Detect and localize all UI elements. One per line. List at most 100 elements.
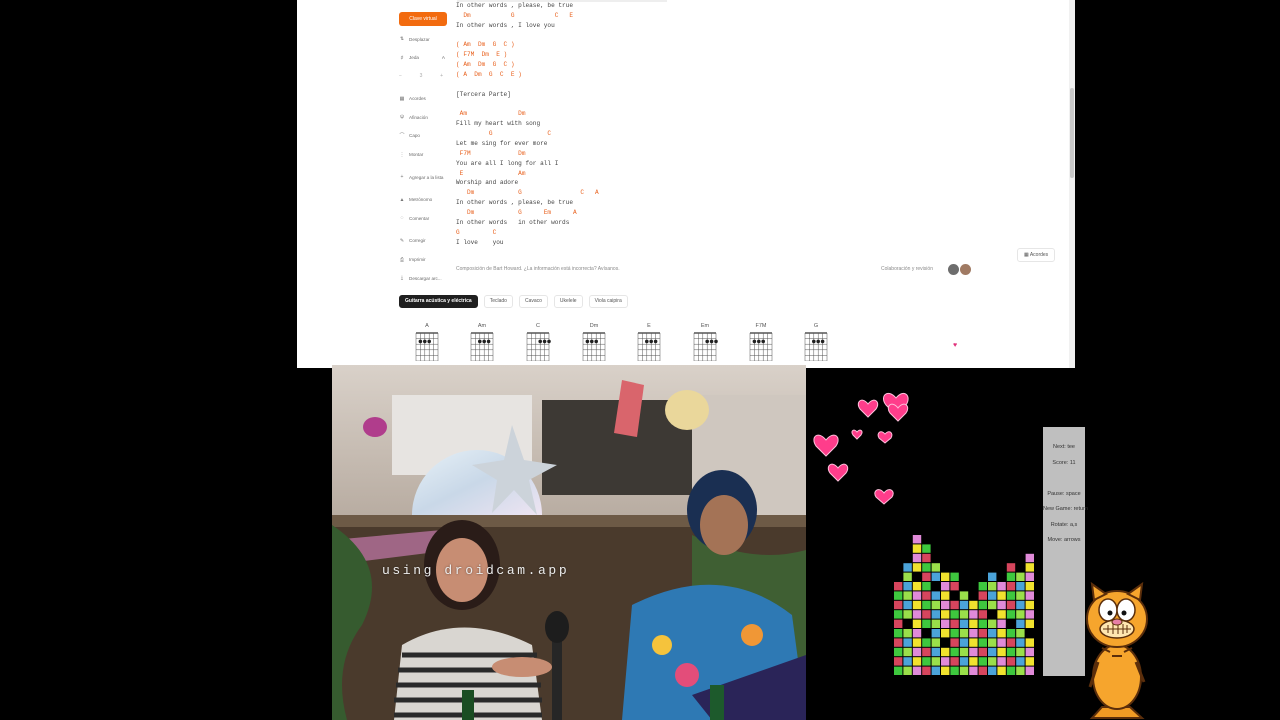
tetris-block <box>912 553 922 563</box>
instrument-tab[interactable]: Ukelele <box>553 295 583 308</box>
tetris-block <box>959 619 969 628</box>
tetris-block <box>941 629 950 638</box>
instrument-tab[interactable]: Teclado <box>483 295 513 308</box>
chord-line[interactable]: Am Dm <box>456 110 526 118</box>
tetris-block <box>959 647 969 657</box>
tetris-block <box>959 610 969 619</box>
floating-hearts <box>813 392 909 505</box>
instrument-tabs: Guitarra acústica y eléctrica Teclado Cava… <box>399 295 628 308</box>
size-increase-button[interactable]: + <box>440 73 443 79</box>
chord-line[interactable]: Dm G Em A <box>456 209 577 217</box>
tetris-block <box>941 591 950 600</box>
tetris-block <box>931 600 940 610</box>
tetris-block <box>912 544 922 553</box>
size-decrease-button[interactable]: − <box>399 73 402 79</box>
chord-line[interactable]: G C <box>456 130 551 138</box>
tetris-block <box>903 666 912 675</box>
tuning-button[interactable]: ψ Afinación <box>399 110 451 124</box>
download-button[interactable]: ⤓ Descargar arc... <box>399 271 451 285</box>
chord-line[interactable]: ( Am Dm G C ) <box>456 61 515 69</box>
lyric-line: You are all I long for all I <box>456 159 559 167</box>
tetris-next: Next: tee <box>1052 444 1075 450</box>
tetris-block <box>978 657 987 666</box>
chord-diagram[interactable]: E <box>634 323 664 366</box>
tetris-block <box>931 629 940 638</box>
tetris-block <box>941 647 950 657</box>
chord-line[interactable]: E Am <box>456 170 526 178</box>
tetris-block <box>894 582 903 591</box>
song-credit[interactable]: Composición de Bart Howard. ¿La informac… <box>456 266 620 272</box>
tetris-block <box>912 600 922 610</box>
capo-button[interactable]: ⌒ Capo <box>399 129 451 143</box>
tetris-block <box>1006 600 1016 610</box>
montar-button[interactable]: ⋮ Montar <box>399 148 451 162</box>
song-toolbar: Clave virtual ⇅ Desplazar ♯ Jeda A −3 + ▦ Aco… <box>399 12 451 290</box>
instrument-tab[interactable]: Cavaco <box>518 295 548 308</box>
scroll-button[interactable]: ⇅ Desplazar <box>399 32 451 46</box>
chord-diagram-name: C <box>536 323 540 329</box>
virtual-key-button[interactable]: Clave virtual <box>399 12 447 26</box>
tetris-block <box>922 544 931 553</box>
print-button[interactable]: ⎙ Imprimir <box>399 253 451 267</box>
avatar[interactable] <box>960 264 971 275</box>
tetris-block <box>903 563 912 572</box>
chord-diagram[interactable]: Em <box>690 323 720 366</box>
tetris-score: Score: 11 <box>1052 460 1076 466</box>
tetris-block <box>894 638 903 647</box>
comment-icon: ◌ <box>400 215 404 222</box>
chord-line[interactable]: ( F7M Dm E ) <box>456 51 507 59</box>
chord-diagram[interactable]: A <box>412 323 442 366</box>
tetris-block <box>912 591 922 600</box>
lyric-line: In other words , please, be true <box>456 199 574 207</box>
scrollbar-thumb[interactable] <box>1070 88 1074 178</box>
tetris-block <box>950 657 959 666</box>
chord-diagram[interactable]: Dm <box>579 323 609 366</box>
fretboard-grid <box>637 332 661 362</box>
key-selector[interactable]: ♯ Jeda A <box>399 51 451 65</box>
chords-toggle-button[interactable]: ▦ Acordes <box>1017 248 1056 262</box>
tetris-block <box>997 638 1006 647</box>
add-to-list-button[interactable]: + Agregar a la lista <box>399 170 451 184</box>
tetris-block <box>988 572 997 581</box>
chord-diagram-name: Dm <box>589 323 599 329</box>
chord-line[interactable]: Dm G C A <box>456 189 599 197</box>
text-size-control[interactable]: −3 + <box>399 69 451 83</box>
chord-line[interactable]: ( Am Dm G C ) <box>456 41 515 49</box>
printer-icon: ⎙ <box>399 256 404 263</box>
chords-button[interactable]: ▦ Acordes <box>399 92 451 106</box>
tetris-block <box>894 629 903 638</box>
chord-diagram[interactable]: C <box>523 323 553 366</box>
metronome-button[interactable]: ▲ Metrónomo <box>399 193 451 207</box>
chord-line[interactable]: ( A Dm G C E ) <box>456 71 522 79</box>
instrument-tab[interactable]: Viola caipira <box>588 295 628 308</box>
lyric-line: In other words in other words <box>456 218 570 226</box>
tetris-block <box>941 619 950 628</box>
tetris-block <box>912 619 922 628</box>
chord-line[interactable]: Dm G C E <box>456 12 573 20</box>
chord-diagram[interactable]: G <box>801 323 831 366</box>
chord-line[interactable]: F7M Dm <box>456 150 526 158</box>
avatar[interactable] <box>948 264 959 275</box>
instrument-tab[interactable]: Guitarra acústica y eléctrica <box>399 295 478 308</box>
chord-diagram-name: Em <box>700 323 710 329</box>
tetris-block <box>988 629 997 638</box>
comment-button[interactable]: ◌ Comentar <box>399 211 451 225</box>
chord-diagram[interactable]: F7M <box>746 323 776 366</box>
download-icon: ⤓ <box>400 275 404 282</box>
heart-icon <box>851 429 863 440</box>
page-scrollbar[interactable] <box>1069 0 1075 368</box>
lyric-line: Fill my heart with song <box>456 120 541 128</box>
tetris-block <box>903 647 912 657</box>
edit-icon: ⋮ <box>399 151 405 158</box>
tetris-block <box>931 619 940 628</box>
tetris-block <box>959 629 969 638</box>
tetris-block <box>978 619 987 628</box>
chord-line[interactable]: G C <box>456 229 496 237</box>
tetris-block <box>969 657 978 666</box>
lyric-line: In other words , I love you <box>456 21 555 29</box>
chord-diagram[interactable]: Am <box>467 323 497 366</box>
metronome-icon: ▲ <box>399 196 405 203</box>
correct-button[interactable]: ✎ Corregir <box>399 234 451 248</box>
webcam-feed: using droidcam.app <box>332 365 806 720</box>
tetris-block <box>997 610 1006 619</box>
